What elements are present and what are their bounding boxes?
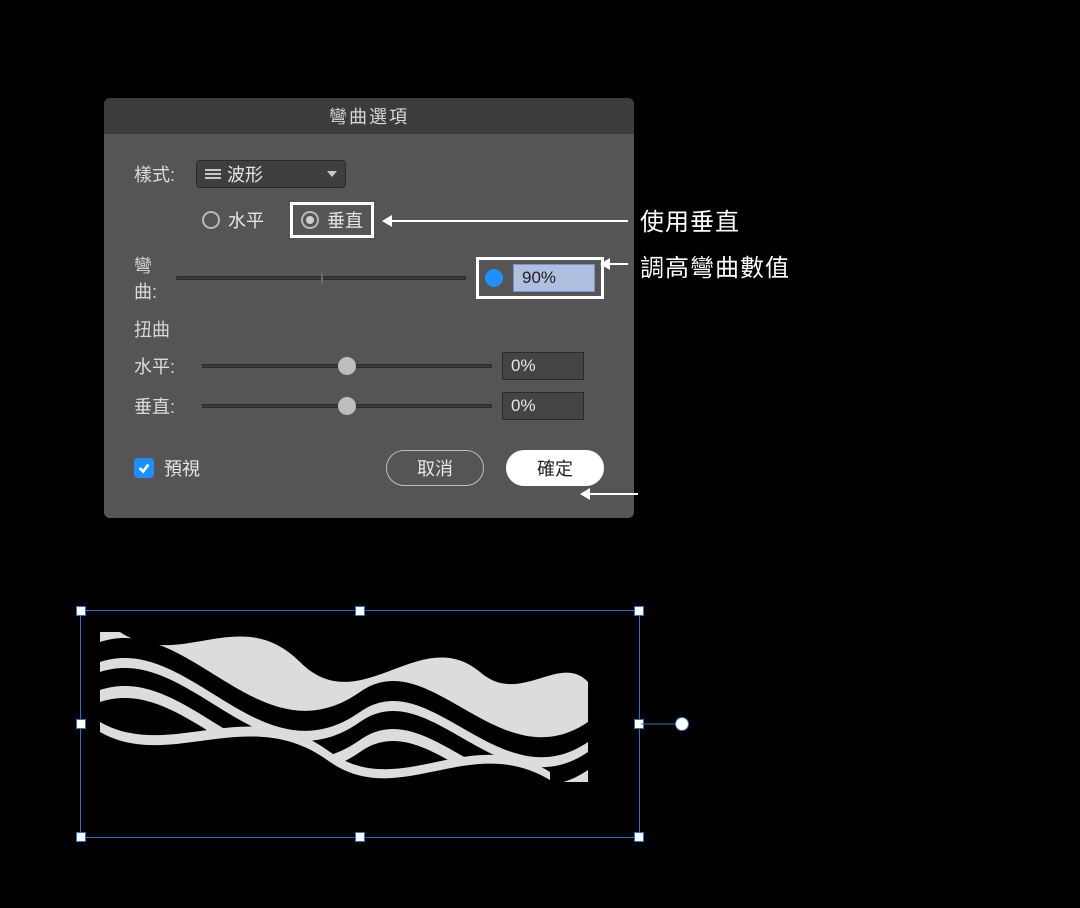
radio-vertical[interactable]: 垂直	[290, 202, 374, 238]
wave-icon	[205, 166, 221, 182]
dialog-titlebar: 彎曲選項	[104, 98, 634, 134]
warped-artwork[interactable]	[100, 632, 588, 782]
annotation-arrow-bend	[610, 263, 628, 265]
wave-artwork-svg	[100, 632, 588, 782]
style-value: 波形	[227, 161, 263, 187]
preview-label-text: 預視	[164, 455, 200, 481]
style-label: 樣式:	[134, 161, 192, 187]
chevron-down-icon	[327, 171, 337, 177]
dist-h-label: 水平:	[134, 353, 192, 379]
bend-slider-knob[interactable]	[485, 269, 503, 287]
bbox-handle[interactable]	[76, 719, 86, 729]
dist-v-label: 垂直:	[134, 393, 192, 419]
ok-button-label: 確定	[537, 455, 573, 481]
preview-checkbox[interactable]: 預視	[134, 455, 364, 481]
annotation-arrow-vertical	[392, 220, 628, 222]
bend-value-input[interactable]: 90%	[513, 264, 595, 292]
radio-icon-unchecked	[202, 211, 220, 229]
slider-tick-icon	[321, 273, 323, 285]
dist-horizontal-row: 水平: 0%	[134, 352, 604, 380]
dialog-content: 樣式: 波形 水平 垂直 彎曲:	[104, 134, 634, 420]
annotation-text-vertical: 使用垂直	[640, 202, 740, 237]
dialog-title: 彎曲選項	[329, 103, 409, 129]
dist-v-value: 0%	[511, 396, 536, 416]
distortion-label: 扭曲	[134, 316, 604, 342]
dist-h-slider[interactable]	[202, 364, 492, 368]
radio-horizontal[interactable]: 水平	[192, 203, 274, 237]
bbox-handle[interactable]	[76, 606, 86, 616]
bend-row: 彎曲: 90%	[134, 252, 604, 304]
dialog-footer: 預視 取消 確定	[104, 432, 634, 486]
warp-options-dialog: 彎曲選項 樣式: 波形 水平 垂直	[104, 98, 634, 518]
dist-v-value-input[interactable]: 0%	[502, 392, 584, 420]
style-row: 樣式: 波形	[134, 160, 604, 188]
bbox-handle[interactable]	[355, 832, 365, 842]
annotation-text-bend: 調高彎曲數值	[640, 248, 790, 283]
bbox-handle[interactable]	[76, 832, 86, 842]
ok-button[interactable]: 確定	[506, 450, 604, 486]
cancel-button-label: 取消	[417, 455, 453, 481]
annotation-arrow-ok	[590, 493, 638, 495]
rotate-handle[interactable]	[675, 717, 689, 731]
radio-vertical-label: 垂直	[327, 207, 363, 233]
dist-h-value-input[interactable]: 0%	[502, 352, 584, 380]
bbox-handle[interactable]	[355, 606, 365, 616]
radio-icon-checked	[301, 211, 319, 229]
dist-v-knob[interactable]	[338, 397, 356, 415]
radio-horizontal-label: 水平	[228, 207, 264, 233]
cancel-button[interactable]: 取消	[386, 450, 484, 486]
bbox-handle[interactable]	[634, 606, 644, 616]
dist-h-knob[interactable]	[338, 357, 356, 375]
bend-label: 彎曲:	[134, 252, 166, 304]
dist-v-slider[interactable]	[202, 404, 492, 408]
checkmark-icon	[134, 458, 154, 478]
bend-value-highlight: 90%	[476, 257, 604, 299]
bbox-handle[interactable]	[634, 832, 644, 842]
dist-h-value: 0%	[511, 356, 536, 376]
bend-slider[interactable]	[176, 276, 466, 280]
bend-value: 90%	[522, 268, 556, 288]
dist-vertical-row: 垂直: 0%	[134, 392, 604, 420]
style-dropdown[interactable]: 波形	[196, 160, 346, 188]
